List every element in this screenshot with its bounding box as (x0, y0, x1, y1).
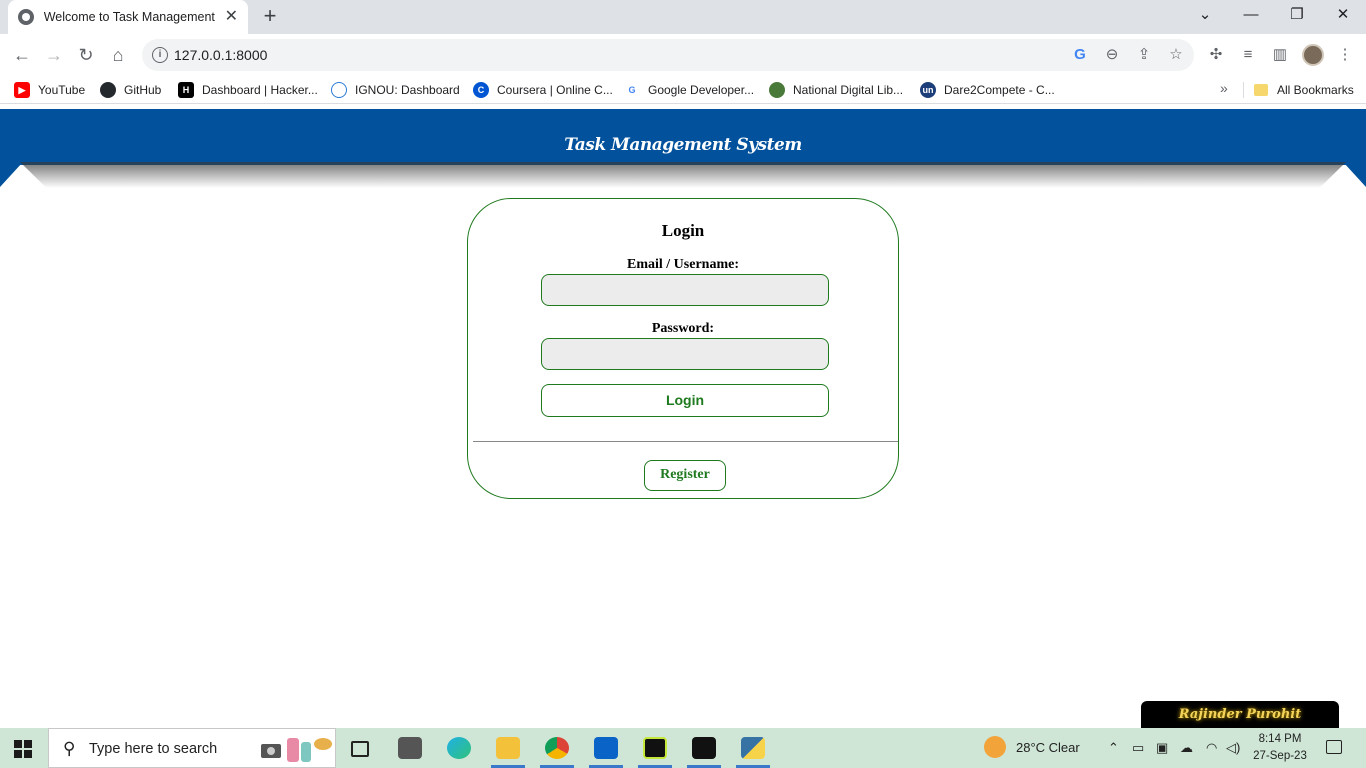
browser-toolbar: ← → ↻ ⌂ i 127.0.0.1:8000 G ⊖ ⇪ ☆ ✣ ≡ ▥ ⋮ (0, 34, 1366, 76)
minimize-button[interactable]: — (1228, 0, 1274, 30)
battery-icon[interactable]: ▭ (1132, 740, 1144, 756)
login-form: Login Email / Username: Password: Login … (467, 198, 899, 499)
url-text: 127.0.0.1:8000 (174, 47, 268, 63)
volume-icon[interactable]: ◁) (1226, 740, 1240, 756)
hackerrank-icon: H (178, 82, 194, 98)
forward-button[interactable]: → (41, 42, 67, 68)
taskbar: ⚲ Type here to search 28°C Clear ⌃ ▭ ▣ ☁… (0, 728, 1366, 768)
file-explorer-icon[interactable] (488, 732, 528, 768)
bookmark-label: YouTube (38, 83, 86, 97)
back-button[interactable]: ← (9, 42, 35, 68)
banner-shadow (20, 162, 1346, 188)
bookmark-youtube[interactable]: ▶ YouTube (14, 81, 85, 99)
share-icon[interactable]: ⇪ (1134, 46, 1154, 64)
all-bookmarks-label: All Bookmarks (1277, 83, 1354, 97)
address-bar[interactable]: i 127.0.0.1:8000 G ⊖ ⇪ ☆ (142, 39, 1194, 71)
banner-wing-left (0, 163, 22, 187)
password-label: Password: (651, 321, 715, 336)
search-placeholder: Type here to search (89, 741, 218, 757)
taskbar-search[interactable]: ⚲ Type here to search (48, 728, 336, 768)
terminal-icon[interactable] (684, 732, 724, 768)
search-icon: ⚲ (63, 739, 76, 758)
close-window-button[interactable]: ✕ (1320, 0, 1366, 30)
python-icon[interactable] (733, 732, 773, 768)
folder-icon (1254, 84, 1268, 96)
outlook-icon[interactable] (586, 732, 626, 768)
more-bookmarks-icon[interactable]: » (1220, 80, 1228, 96)
meet-now-icon[interactable]: ▣ (1156, 740, 1168, 756)
bookmark-coursera[interactable]: C Coursera | Online C... (473, 81, 613, 99)
bookmark-star-icon[interactable]: ☆ (1166, 46, 1186, 64)
site-info-icon[interactable]: i (152, 47, 168, 63)
notification-icon[interactable] (1326, 740, 1342, 754)
unstop-icon: un (920, 82, 936, 98)
globe-icon (18, 9, 34, 25)
onedrive-icon[interactable]: ☁ (1180, 740, 1193, 756)
extensions-icon[interactable]: ✣ (1205, 45, 1227, 65)
chrome-icon[interactable] (537, 732, 577, 768)
page-content: Task Management System Login Email / Use… (0, 105, 1366, 728)
bookmark-label: Google Developer... (648, 83, 755, 97)
edge-icon[interactable] (439, 732, 479, 766)
search-highlight-icon (261, 738, 332, 762)
weather-icon[interactable] (984, 736, 1006, 758)
author-badge: Rajinder Purohit (1141, 701, 1339, 728)
camera-app-icon[interactable] (390, 732, 430, 766)
clock-date: 27-Sep-23 (1253, 750, 1307, 762)
ignou-icon (331, 82, 347, 98)
bookmark-label: GitHub (124, 83, 162, 97)
avatar[interactable] (1302, 44, 1324, 66)
bookmark-label: IGNOU: Dashboard (355, 83, 460, 97)
tab-search-icon[interactable]: ⌄ (1182, 0, 1228, 30)
menu-icon[interactable]: ⋮ (1334, 45, 1356, 65)
bookmarks-bar: ▶ YouTube GitHub H Dashboard | Hacker...… (0, 76, 1366, 104)
bookmark-label: National Digital Lib... (793, 83, 904, 97)
pycharm-icon[interactable] (635, 732, 675, 768)
restore-button[interactable]: ❐ (1274, 0, 1320, 30)
browser-tab[interactable]: Welcome to Task Management S ✕ (8, 0, 248, 34)
all-bookmarks[interactable]: All Bookmarks (1254, 81, 1354, 99)
github-icon (100, 82, 116, 98)
task-view-icon[interactable] (340, 732, 380, 766)
reload-button[interactable]: ↻ (73, 42, 99, 68)
bookmark-google-developer[interactable]: G Google Developer... (624, 81, 754, 99)
system-clock[interactable]: 8:14 PM 27-Sep-23 (1248, 731, 1312, 765)
username-input[interactable] (541, 274, 829, 306)
youtube-icon: ▶ (14, 82, 30, 98)
bookmark-ndl[interactable]: National Digital Lib... (769, 81, 903, 99)
close-tab-icon[interactable]: ✕ (225, 9, 238, 25)
form-divider (473, 441, 898, 442)
username-label: Email / Username: (627, 257, 739, 272)
coursera-icon: C (473, 82, 489, 98)
windows-start-icon[interactable] (14, 740, 32, 758)
google-lens-icon[interactable]: G (1070, 46, 1090, 64)
wifi-icon[interactable]: ◠ (1206, 740, 1217, 756)
banner-wing-right (1344, 163, 1366, 187)
bookmark-github[interactable]: GitHub (100, 81, 161, 99)
tab-title: Welcome to Task Management S (43, 10, 217, 24)
reading-list-icon[interactable]: ≡ (1237, 45, 1259, 65)
bookmarks-divider (1243, 82, 1244, 98)
weather-text[interactable]: 28°C Clear (1016, 740, 1080, 755)
show-hidden-icons[interactable]: ⌃ (1108, 740, 1119, 756)
register-button[interactable]: Register (644, 460, 726, 491)
new-tab-button[interactable]: + (258, 5, 282, 29)
clock-time: 8:14 PM (1258, 733, 1302, 745)
home-button[interactable]: ⌂ (105, 42, 131, 68)
bookmark-label: Coursera | Online C... (497, 83, 613, 97)
site-title: Task Management System (564, 135, 802, 155)
bookmark-label: Dare2Compete - C... (944, 83, 1055, 97)
zoom-icon[interactable]: ⊖ (1102, 46, 1122, 64)
login-button[interactable]: Login (541, 384, 829, 417)
bookmark-label: Dashboard | Hacker... (202, 83, 318, 97)
login-heading: Login (661, 221, 705, 240)
side-panel-icon[interactable]: ▥ (1269, 45, 1291, 65)
ndl-icon (769, 82, 785, 98)
password-input[interactable] (541, 338, 829, 370)
google-icon: G (624, 82, 640, 98)
tab-strip: Welcome to Task Management S ✕ + ⌄ — ❐ ✕ (0, 0, 1366, 34)
bookmark-ignou[interactable]: IGNOU: Dashboard (331, 81, 460, 99)
bookmark-hackerrank[interactable]: H Dashboard | Hacker... (178, 81, 318, 99)
bookmark-dare2compete[interactable]: un Dare2Compete - C... (920, 81, 1055, 99)
